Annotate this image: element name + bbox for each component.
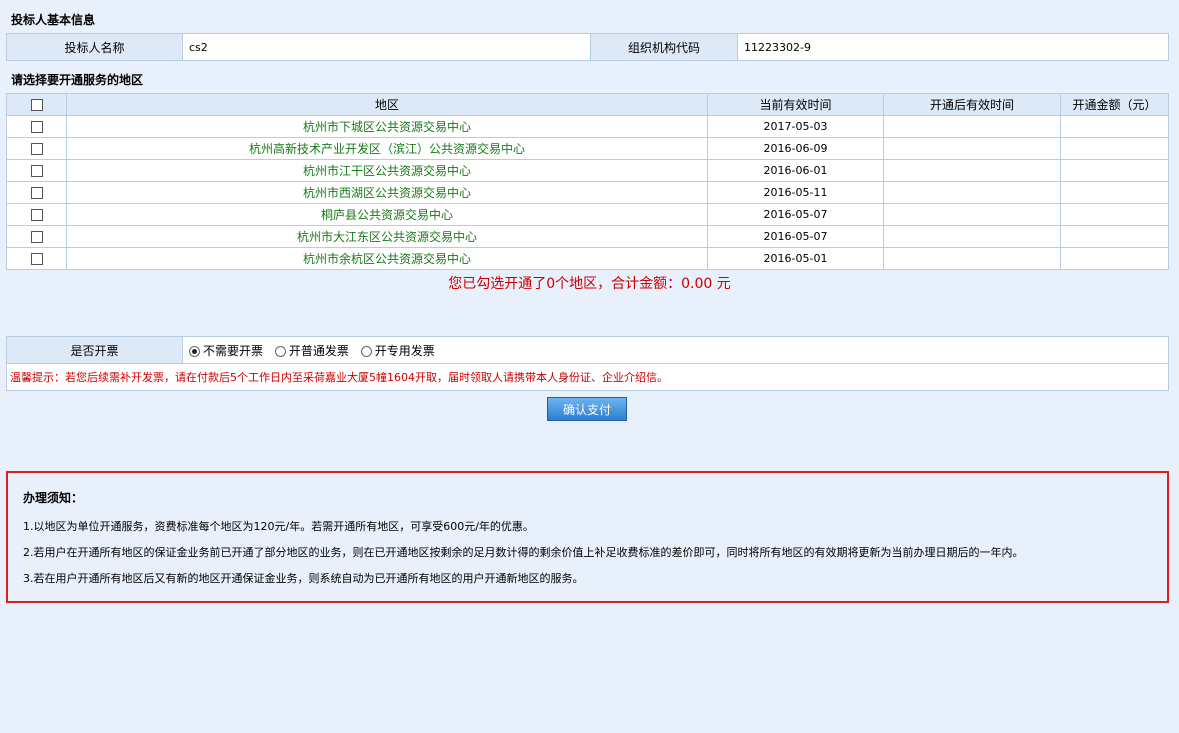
- region-amount: [1060, 247, 1169, 270]
- region-name: 桐庐县公共资源交易中心: [66, 203, 708, 226]
- region-current-expiry: 2016-05-11: [707, 181, 884, 204]
- header-new-expiry: 开通后有效时间: [883, 93, 1061, 116]
- region-name: 杭州市西湖区公共资源交易中心: [66, 181, 708, 204]
- table-row: 杭州市下城区公共资源交易中心 2017-05-03: [6, 115, 1169, 138]
- notice-item: 3.若在用户开通所有地区后又有新的地区开通保证金业务，则系统自动为已开通所有地区…: [23, 572, 584, 585]
- confirm-pay-button[interactable]: 确认支付: [547, 397, 627, 421]
- region-checkbox[interactable]: [30, 253, 43, 265]
- notice-box: 办理须知： 1.以地区为单位开通服务，资费标准每个地区为120元/年。若需开通所…: [6, 471, 1169, 603]
- invoice-option-special[interactable]: 开专用发票: [360, 344, 435, 358]
- region-section-title: 请选择要开通服务的地区: [11, 73, 144, 87]
- bidder-name-value: cs2: [182, 33, 591, 61]
- bidder-name-label: 投标人名称: [6, 33, 183, 61]
- notice-item: 1.以地区为单位开通服务，资费标准每个地区为120元/年。若需开通所有地区，可享…: [23, 520, 534, 533]
- region-new-expiry: [883, 115, 1061, 138]
- radio-icon[interactable]: [360, 345, 372, 357]
- invoice-options: 不需要开票 开普通发票 开专用发票: [182, 336, 1169, 364]
- region-amount: [1060, 225, 1169, 248]
- region-checkbox[interactable]: [30, 121, 43, 133]
- region-name: 杭州高新技术产业开发区（滨江）公共资源交易中心: [66, 137, 708, 160]
- invoice-label: 是否开票: [6, 336, 183, 364]
- region-table-header: 地区 当前有效时间 开通后有效时间 开通金额（元）: [6, 93, 1169, 116]
- region-current-expiry: 2016-06-01: [707, 159, 884, 182]
- region-name: 杭州市下城区公共资源交易中心: [66, 115, 708, 138]
- header-amount: 开通金额（元）: [1060, 93, 1169, 116]
- region-checkbox[interactable]: [30, 165, 43, 177]
- region-amount: [1060, 159, 1169, 182]
- region-checkbox[interactable]: [30, 143, 43, 155]
- invoice-tip: 温馨提示：若您后续需补开发票，请在付款后5个工作日内至采荷嘉业大厦5幢1604开…: [6, 363, 1169, 391]
- region-current-expiry: 2016-05-07: [707, 225, 884, 248]
- region-checkbox[interactable]: [30, 231, 43, 243]
- region-amount: [1060, 181, 1169, 204]
- region-new-expiry: [883, 203, 1061, 226]
- region-new-expiry: [883, 225, 1061, 248]
- region-name: 杭州市余杭区公共资源交易中心: [66, 247, 708, 270]
- header-current-expiry: 当前有效时间: [707, 93, 884, 116]
- table-row: 杭州市西湖区公共资源交易中心 2016-05-11: [6, 181, 1169, 204]
- invoice-option-normal[interactable]: 开普通发票: [274, 344, 349, 358]
- region-current-expiry: 2016-06-09: [707, 137, 884, 160]
- region-new-expiry: [883, 137, 1061, 160]
- region-amount: [1060, 203, 1169, 226]
- table-row: 杭州市江干区公共资源交易中心 2016-06-01: [6, 159, 1169, 182]
- table-row: 杭州市余杭区公共资源交易中心 2016-05-01: [6, 247, 1169, 270]
- region-checkbox[interactable]: [30, 209, 43, 221]
- region-name: 杭州市江干区公共资源交易中心: [66, 159, 708, 182]
- region-new-expiry: [883, 159, 1061, 182]
- region-current-expiry: 2016-05-07: [707, 203, 884, 226]
- region-current-expiry: 2016-05-01: [707, 247, 884, 270]
- org-code-value: 11223302-9: [737, 33, 1169, 61]
- region-current-expiry: 2017-05-03: [707, 115, 884, 138]
- bidder-info-title: 投标人基本信息: [11, 13, 96, 27]
- region-amount: [1060, 115, 1169, 138]
- select-all-cell: [6, 93, 67, 116]
- table-row: 桐庐县公共资源交易中心 2016-05-07: [6, 203, 1169, 226]
- invoice-table: 是否开票 不需要开票 开普通发票 开专用发票 温馨提示：若您后续需补开发票，请在…: [6, 336, 1169, 391]
- radio-selected-icon[interactable]: [189, 345, 200, 357]
- table-row: 杭州市大江东区公共资源交易中心 2016-05-07: [6, 225, 1169, 248]
- region-new-expiry: [883, 247, 1061, 270]
- table-row: 杭州高新技术产业开发区（滨江）公共资源交易中心 2016-06-09: [6, 137, 1169, 160]
- org-code-label: 组织机构代码: [590, 33, 738, 61]
- notice-item: 2.若用户在开通所有地区的保证金业务前已开通了部分地区的业务，则在已开通地区按剩…: [23, 546, 1024, 559]
- region-amount: [1060, 137, 1169, 160]
- invoice-option-none[interactable]: 不需要开票: [189, 344, 263, 358]
- region-name: 杭州市大江东区公共资源交易中心: [66, 225, 708, 248]
- select-all-checkbox[interactable]: [30, 99, 43, 111]
- notice-title: 办理须知：: [23, 491, 84, 505]
- radio-icon[interactable]: [274, 345, 286, 357]
- region-checkbox[interactable]: [30, 187, 43, 199]
- region-table: 地区 当前有效时间 开通后有效时间 开通金额（元） 杭州市下城区公共资源交易中心…: [6, 93, 1169, 270]
- bidder-info-table: 投标人名称 cs2 组织机构代码 11223302-9: [6, 33, 1169, 61]
- header-region: 地区: [66, 93, 708, 116]
- selection-summary: 您已勾选开通了0个地区，合计金额：0.00 元: [448, 276, 731, 292]
- region-new-expiry: [883, 181, 1061, 204]
